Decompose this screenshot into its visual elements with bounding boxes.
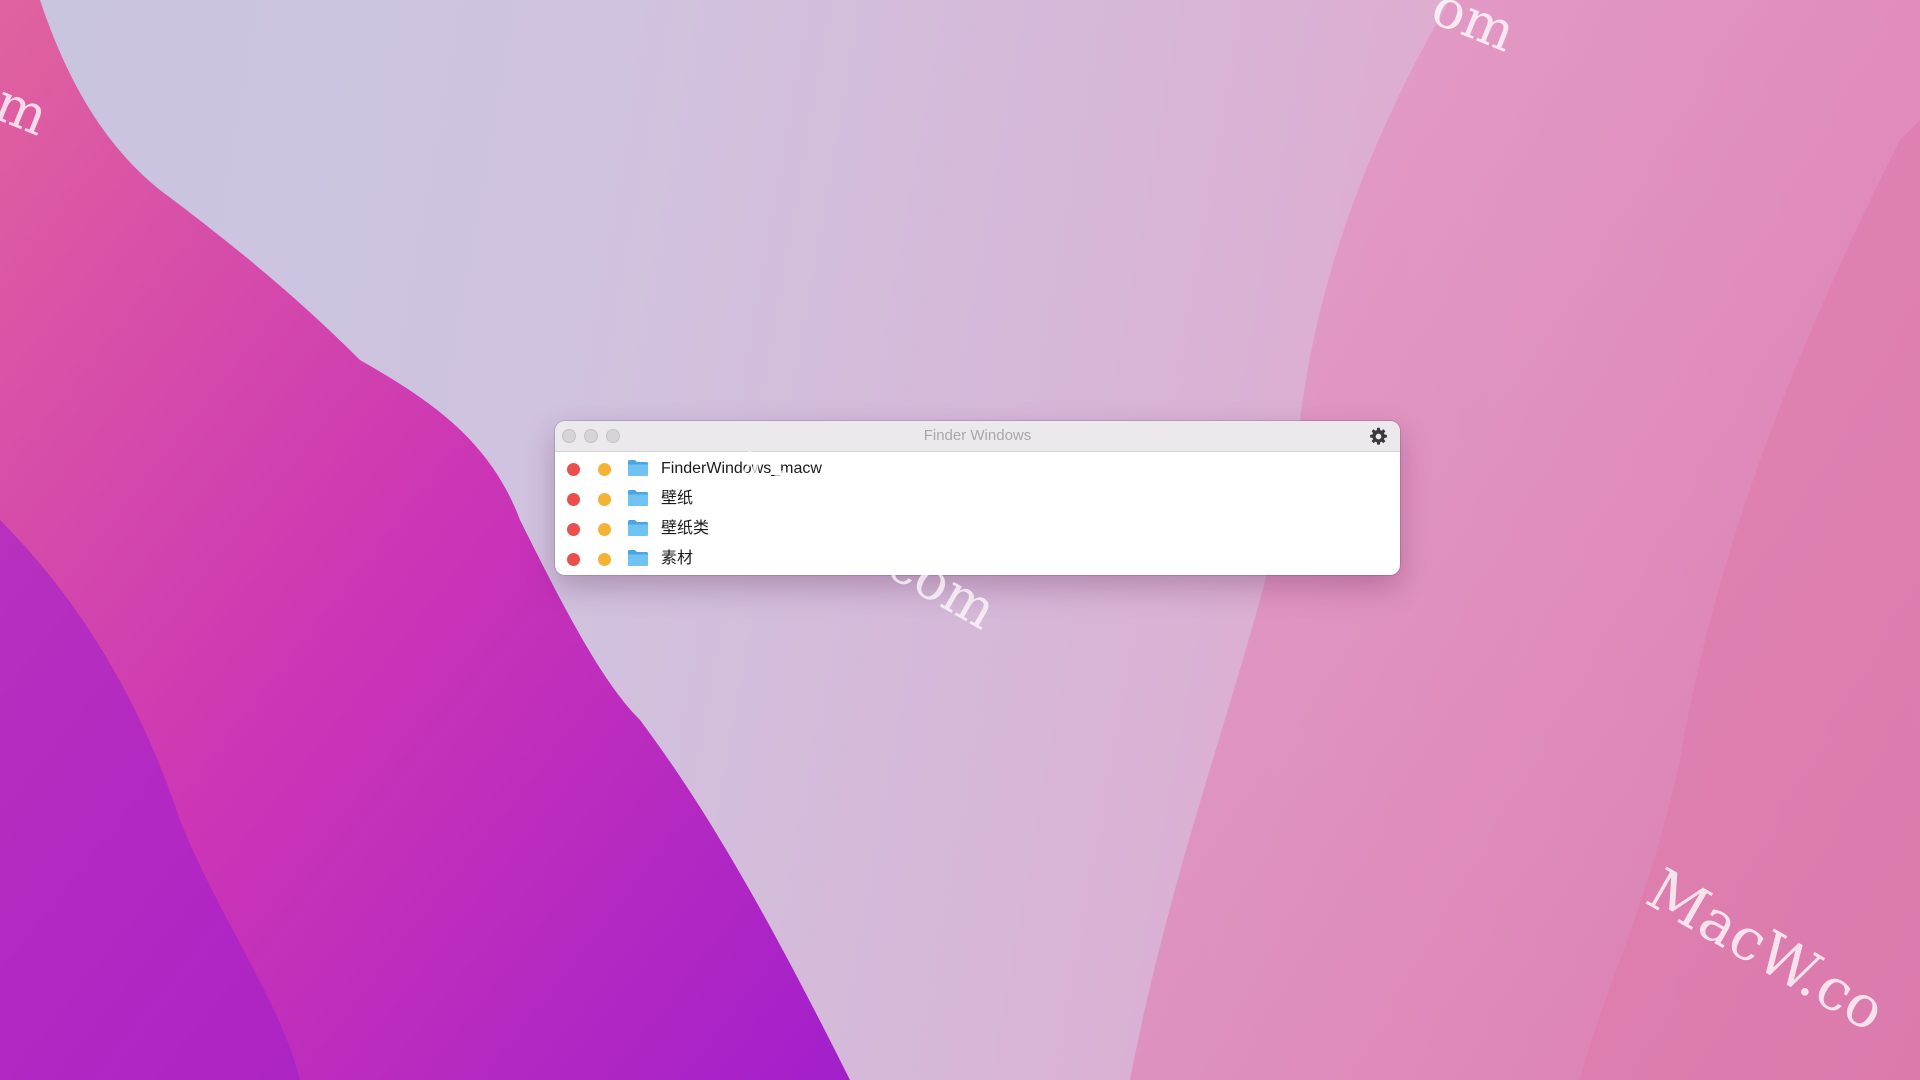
list-item[interactable]: 壁纸类 xyxy=(555,514,1400,544)
close-finder-window-button[interactable] xyxy=(567,463,580,476)
gear-icon[interactable] xyxy=(1369,427,1388,446)
minimize-finder-window-button[interactable] xyxy=(598,523,611,536)
minimize-finder-window-button[interactable] xyxy=(598,463,611,476)
list-item-label: FinderWindows_macw xyxy=(661,460,822,477)
window-title: Finder Windows xyxy=(923,427,1032,444)
close-finder-window-button[interactable] xyxy=(567,493,580,506)
list-item[interactable]: FinderWindows_macw xyxy=(555,454,1400,484)
list-item-label: 壁纸 xyxy=(661,490,694,507)
folder-icon xyxy=(628,520,648,536)
folder-icon xyxy=(628,490,648,506)
list-item[interactable]: 壁纸 xyxy=(555,484,1400,514)
desktop-wallpaper: m om MacW.co Finder Windows FinderWindow… xyxy=(0,0,1920,1080)
list-item-label: 壁纸类 xyxy=(661,520,710,537)
window-titlebar[interactable]: Finder Windows xyxy=(555,421,1400,452)
finder-window-list: FinderWindows_macw 壁纸 壁纸类 素材 xyxy=(555,452,1400,574)
minimize-finder-window-button[interactable] xyxy=(598,493,611,506)
finder-windows-panel: Finder Windows FinderWindows_macw 壁纸 壁纸类… xyxy=(555,421,1400,575)
folder-icon xyxy=(628,550,648,566)
list-item-label: 素材 xyxy=(661,550,694,567)
minimize-finder-window-button[interactable] xyxy=(598,553,611,566)
list-item[interactable]: 素材 xyxy=(555,544,1400,574)
folder-icon xyxy=(628,460,648,476)
close-finder-window-button[interactable] xyxy=(567,553,580,566)
close-finder-window-button[interactable] xyxy=(567,523,580,536)
